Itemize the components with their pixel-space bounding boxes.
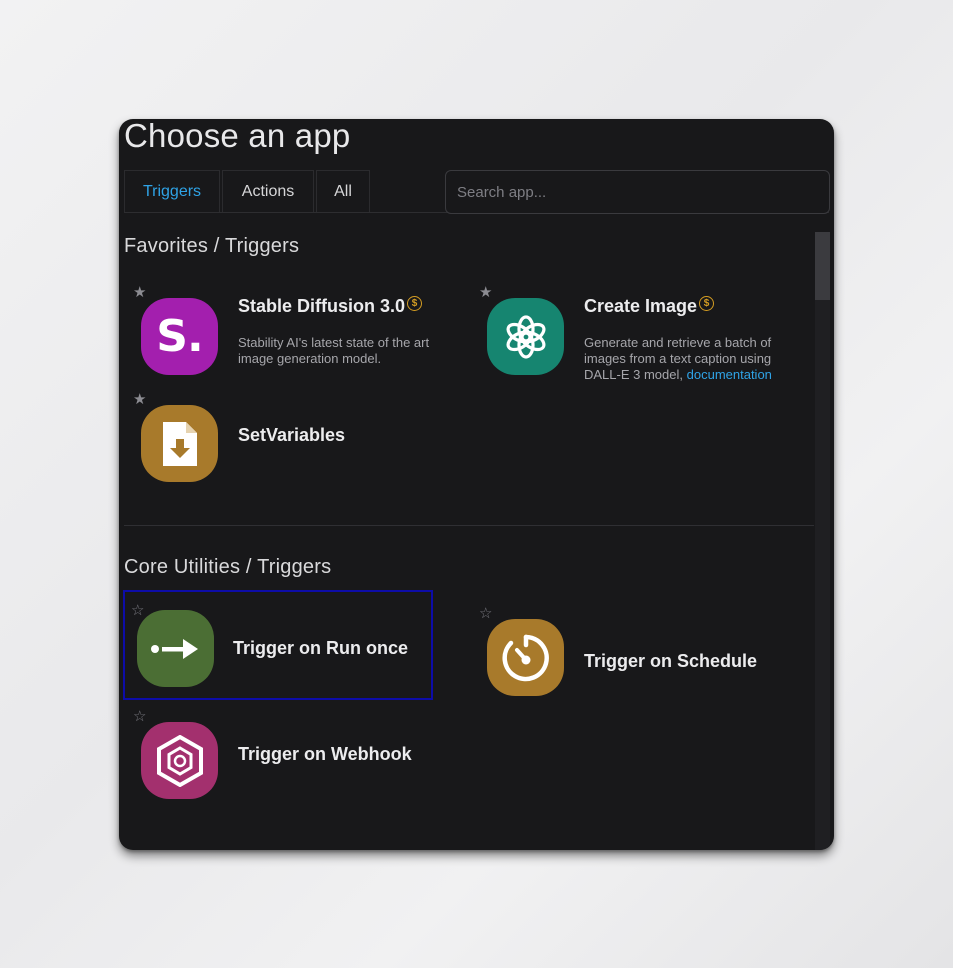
favorite-star-icon[interactable]: ★ bbox=[479, 285, 492, 300]
app-name: Stable Diffusion 3.0 $ bbox=[238, 296, 423, 317]
app-name: Create Image $ bbox=[584, 296, 715, 317]
app-description: Generate and retrieve a batch of images … bbox=[584, 335, 772, 382]
documentation-link[interactable]: documentation bbox=[687, 367, 772, 382]
app-card-stable-diffusion[interactable]: ★ S. Stable Diffusion 3.0 $ Stability AI'… bbox=[124, 282, 434, 392]
app-card-trigger-schedule[interactable]: ☆ Trigger on Schedule bbox=[470, 603, 780, 713]
favorite-star-outline-icon[interactable]: ☆ bbox=[133, 709, 146, 724]
openai-icon bbox=[487, 298, 564, 375]
app-card-trigger-webhook[interactable]: ☆ Trigger on Webhook bbox=[124, 706, 434, 816]
coin-icon: $ bbox=[699, 296, 715, 311]
app-name: Trigger on Schedule bbox=[584, 651, 758, 671]
favorite-star-outline-icon[interactable]: ☆ bbox=[131, 603, 144, 618]
favorite-star-icon[interactable]: ★ bbox=[133, 285, 146, 300]
section-divider bbox=[124, 525, 814, 526]
app-card-trigger-run-once[interactable]: ☆ Trigger on Run once bbox=[123, 590, 433, 700]
tab-actions[interactable]: Actions bbox=[222, 170, 314, 212]
coin-icon: $ bbox=[407, 296, 423, 311]
favorite-star-icon[interactable]: ★ bbox=[133, 392, 146, 407]
app-description: Stability AI's latest state of the art i… bbox=[238, 335, 430, 366]
search-input[interactable] bbox=[445, 170, 830, 214]
section-title-favorites: Favorites / Triggers bbox=[124, 235, 300, 257]
arrow-right-icon bbox=[137, 610, 214, 687]
dialog-title: Choose an app bbox=[124, 119, 351, 154]
app-card-setvariables[interactable]: ★ SetVariables bbox=[124, 389, 434, 499]
app-name: Trigger on Webhook bbox=[238, 744, 412, 764]
tab-triggers[interactable]: Triggers bbox=[124, 170, 220, 212]
app-name: SetVariables bbox=[238, 425, 346, 445]
webhook-icon bbox=[141, 722, 218, 799]
favorite-star-outline-icon[interactable]: ☆ bbox=[479, 606, 492, 621]
choose-app-dialog: Choose an app Triggers Actions All Favor… bbox=[119, 119, 834, 850]
app-card-create-image[interactable]: ★ Create Image $ Generate and retrieve a … bbox=[470, 282, 780, 392]
section-title-core-utilities: Core Utilities / Triggers bbox=[124, 556, 332, 578]
app-name: Trigger on Run once bbox=[233, 638, 409, 658]
tab-bar: Triggers Actions All bbox=[124, 170, 372, 212]
stable-diffusion-icon: S. bbox=[141, 298, 218, 375]
timer-icon bbox=[487, 619, 564, 696]
scrollbar-thumb[interactable] bbox=[815, 232, 830, 300]
file-download-icon bbox=[141, 405, 218, 482]
scrollbar-track[interactable] bbox=[815, 232, 830, 850]
tab-all[interactable]: All bbox=[316, 170, 370, 212]
